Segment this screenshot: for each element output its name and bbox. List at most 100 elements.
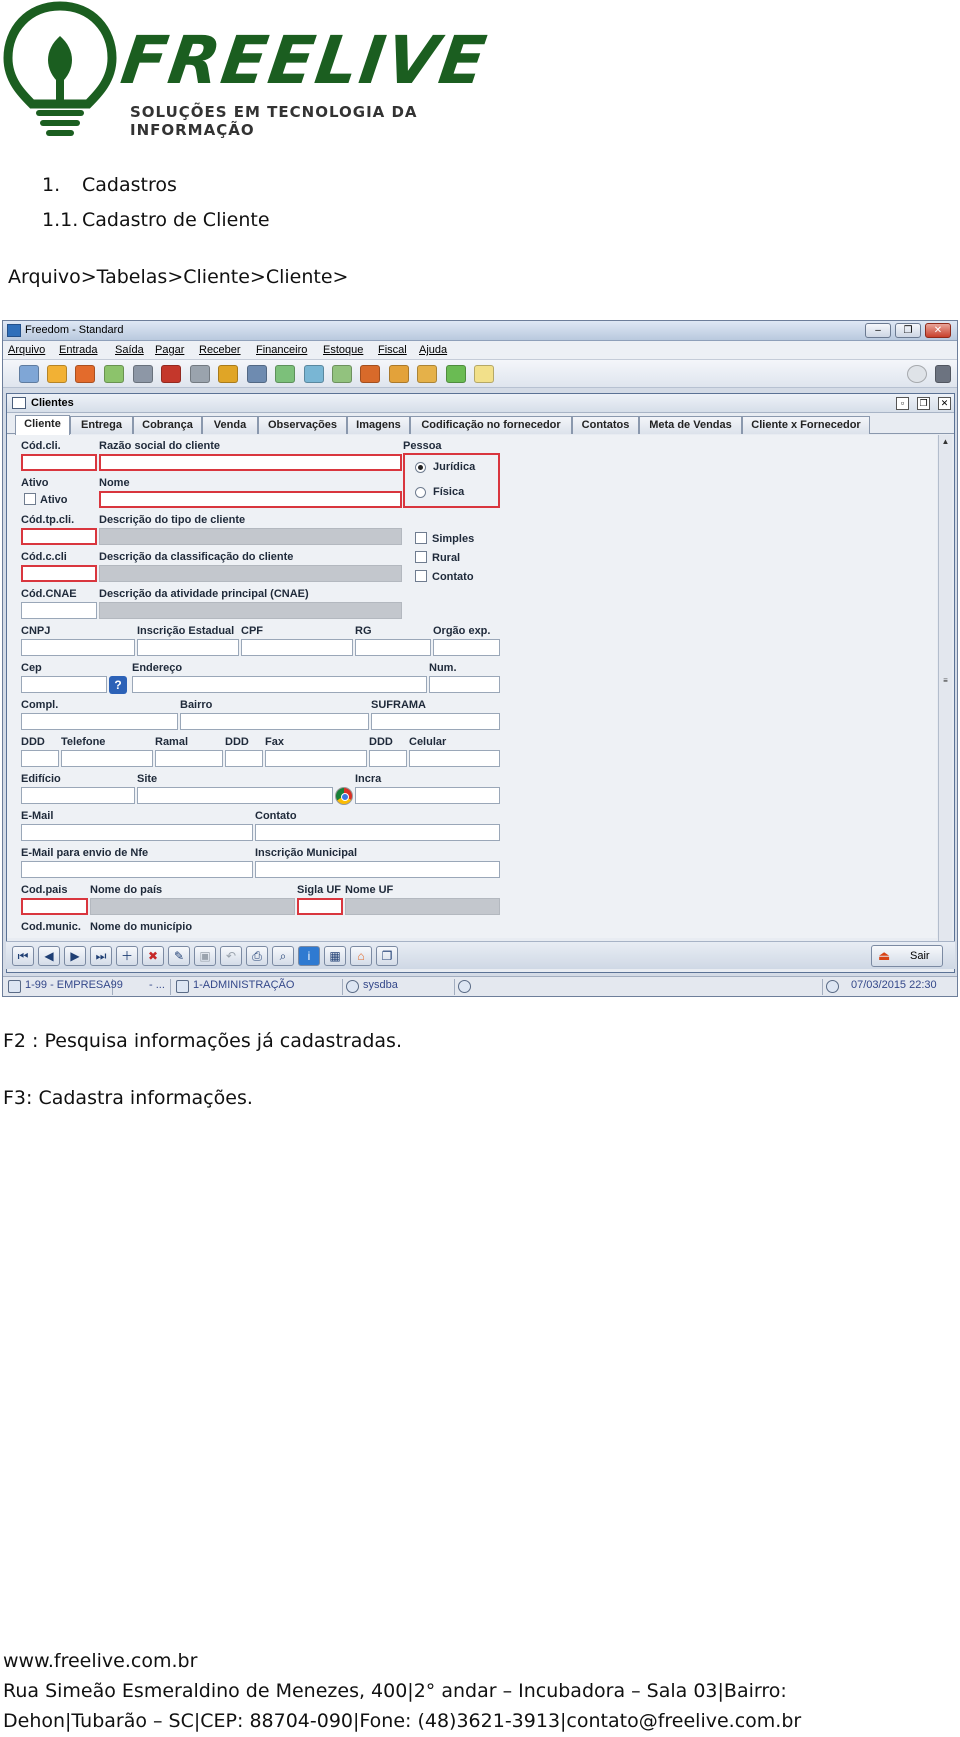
tab-cliente[interactable]: Cliente [15, 415, 70, 435]
copy-icon[interactable]: ❐ [376, 946, 398, 966]
toolbar-money-red-icon[interactable] [275, 365, 295, 383]
contato-input[interactable] [255, 824, 500, 841]
delete-record-icon[interactable]: ✖ [142, 946, 164, 966]
contato-checkbox[interactable] [415, 570, 427, 582]
cod-tp-cli-input[interactable] [21, 528, 97, 545]
cpf-input[interactable] [241, 639, 353, 656]
cod-c-cli-input[interactable] [21, 565, 97, 582]
image-icon[interactable]: ▦ [324, 946, 346, 966]
toolbar-factory-icon[interactable] [161, 365, 181, 383]
celular-input[interactable] [409, 750, 500, 767]
num-input[interactable] [429, 676, 500, 693]
telefone-input[interactable] [61, 750, 153, 767]
bairro-input[interactable] [180, 713, 369, 730]
toolbar-check-icon[interactable] [446, 365, 466, 383]
scroll-thumb-grip-icon[interactable]: ≡ [940, 675, 951, 686]
site-input[interactable] [137, 787, 333, 804]
tab-venda[interactable]: Venda [202, 416, 258, 434]
compl-input[interactable] [21, 713, 178, 730]
email-nfe-input[interactable] [21, 861, 253, 878]
suframa-input[interactable] [371, 713, 500, 730]
menu-receber[interactable]: Receber [199, 344, 241, 356]
last-record-icon[interactable]: ⏭ [90, 946, 112, 966]
cep-search-help-icon[interactable]: ? [109, 676, 127, 694]
print-icon[interactable]: ⎙ [246, 946, 268, 966]
inscricao-municipal-input[interactable] [255, 861, 500, 878]
toolbar-help-circle-icon[interactable] [907, 365, 927, 383]
browser-icon[interactable] [335, 787, 353, 805]
simples-checkbox[interactable] [415, 532, 427, 544]
toolbar-folder-icon[interactable] [47, 365, 67, 383]
toolbar-calculator-icon[interactable] [247, 365, 267, 383]
ddd-fax-input[interactable] [225, 750, 263, 767]
tab-contatos[interactable]: Contatos [572, 416, 639, 434]
first-record-icon[interactable]: ⏮ [12, 946, 34, 966]
frame-maximize-button[interactable]: ❐ [917, 397, 930, 410]
save-record-icon[interactable]: ▣ [194, 946, 216, 966]
frame-close-button[interactable]: ✕ [938, 397, 951, 410]
ddd-telefone-input[interactable] [21, 750, 59, 767]
menu-financeiro[interactable]: Financeiro [256, 344, 307, 356]
tab-cliente-fornecedor[interactable]: Cliente x Fornecedor [742, 416, 870, 434]
tab-entrega[interactable]: Entrega [70, 416, 133, 434]
edificio-input[interactable] [21, 787, 135, 804]
previous-record-icon[interactable]: ◀ [38, 946, 60, 966]
frame-minimize-button[interactable]: ▫ [896, 397, 909, 410]
ramal-input[interactable] [155, 750, 223, 767]
toolbar-money-icon[interactable] [332, 365, 352, 383]
toolbar-truck-icon[interactable] [218, 365, 238, 383]
toolbar-document-icon[interactable] [104, 365, 124, 383]
home-icon[interactable]: ⌂ [350, 946, 372, 966]
menu-arquivo[interactable]: Arquivo [8, 344, 45, 356]
ativo-checkbox[interactable] [24, 493, 36, 505]
menu-fiscal[interactable]: Fiscal [378, 344, 407, 356]
orgao-exp-input[interactable] [433, 639, 500, 656]
toolbar-print-icon[interactable] [133, 365, 153, 383]
print-preview-icon[interactable]: ⌕ [272, 946, 294, 966]
menu-entrada[interactable]: Entrada [59, 344, 98, 356]
toolbar-home-icon[interactable] [75, 365, 95, 383]
toolbar-money-blue-icon[interactable] [304, 365, 324, 383]
inscricao-estadual-input[interactable] [137, 639, 239, 656]
maximize-button[interactable]: ❐ [895, 323, 921, 338]
toolbar-drawer-icon[interactable] [389, 365, 409, 383]
tab-meta-vendas[interactable]: Meta de Vendas [639, 416, 742, 434]
razao-social-input[interactable] [99, 454, 402, 471]
tab-cobranca[interactable]: Cobrança [133, 416, 202, 434]
toolbar-box-icon[interactable] [360, 365, 380, 383]
juridica-radio[interactable] [415, 462, 426, 473]
new-record-icon[interactable]: ＋ [116, 946, 138, 966]
toolbar-tool-icon[interactable] [19, 365, 39, 383]
tab-codificacao-fornecedor[interactable]: Codificação no fornecedor [410, 416, 572, 434]
menu-pagar[interactable]: Pagar [155, 344, 184, 356]
cod-pais-input[interactable] [21, 898, 88, 915]
toolbar-cart-icon[interactable] [190, 365, 210, 383]
menu-estoque[interactable]: Estoque [323, 344, 363, 356]
toolbar-shop-icon[interactable] [417, 365, 437, 383]
info-icon[interactable]: i [298, 946, 320, 966]
minimize-button[interactable]: – [865, 323, 891, 338]
tab-observacoes[interactable]: Observações [258, 416, 347, 434]
cod-cnae-input[interactable] [21, 602, 97, 619]
endereco-input[interactable] [132, 676, 427, 693]
rural-checkbox[interactable] [415, 551, 427, 563]
vertical-scrollbar[interactable]: ▲ ≡ ▼ [938, 435, 952, 968]
fisica-radio[interactable] [415, 487, 426, 498]
email-input[interactable] [21, 824, 253, 841]
next-record-icon[interactable]: ▶ [64, 946, 86, 966]
undo-icon[interactable]: ↶ [220, 946, 242, 966]
menu-saida[interactable]: Saída [115, 344, 144, 356]
tab-imagens[interactable]: Imagens [347, 416, 410, 434]
sair-button[interactable]: ⏏ Sair [871, 945, 943, 967]
cep-input[interactable] [21, 676, 107, 693]
ddd-celular-input[interactable] [369, 750, 407, 767]
toolbar-calc-icon[interactable] [935, 365, 951, 383]
menu-ajuda[interactable]: Ajuda [419, 344, 447, 356]
sigla-uf-input[interactable] [297, 898, 343, 915]
rg-input[interactable] [355, 639, 431, 656]
scroll-up-icon[interactable]: ▲ [940, 436, 951, 447]
edit-record-icon[interactable]: ✎ [168, 946, 190, 966]
nome-input[interactable] [99, 491, 402, 508]
cod-cli-input[interactable] [21, 454, 97, 471]
close-button[interactable]: ✕ [925, 323, 951, 338]
